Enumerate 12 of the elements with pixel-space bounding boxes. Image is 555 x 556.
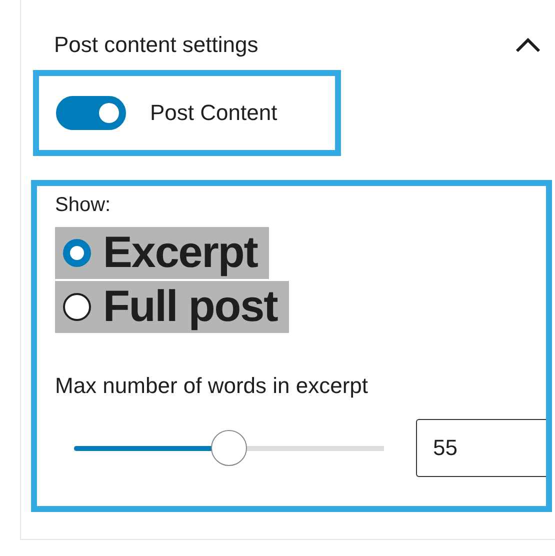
max-words-label: Max number of words in excerpt: [55, 373, 368, 399]
radio-button[interactable]: [63, 239, 91, 267]
radio-button[interactable]: [63, 293, 91, 321]
panel-title: Post content settings: [54, 32, 258, 58]
slider-thumb[interactable]: [211, 430, 247, 466]
show-label: Show:: [55, 194, 111, 217]
radio-option[interactable]: Full post: [55, 281, 290, 333]
toggle-switch[interactable]: [56, 96, 126, 130]
number-input[interactable]: 55: [416, 419, 546, 477]
toggle-label: Post Content: [150, 100, 278, 126]
radio-option[interactable]: Excerpt: [55, 227, 270, 279]
chevron-up-icon[interactable]: [515, 37, 541, 53]
